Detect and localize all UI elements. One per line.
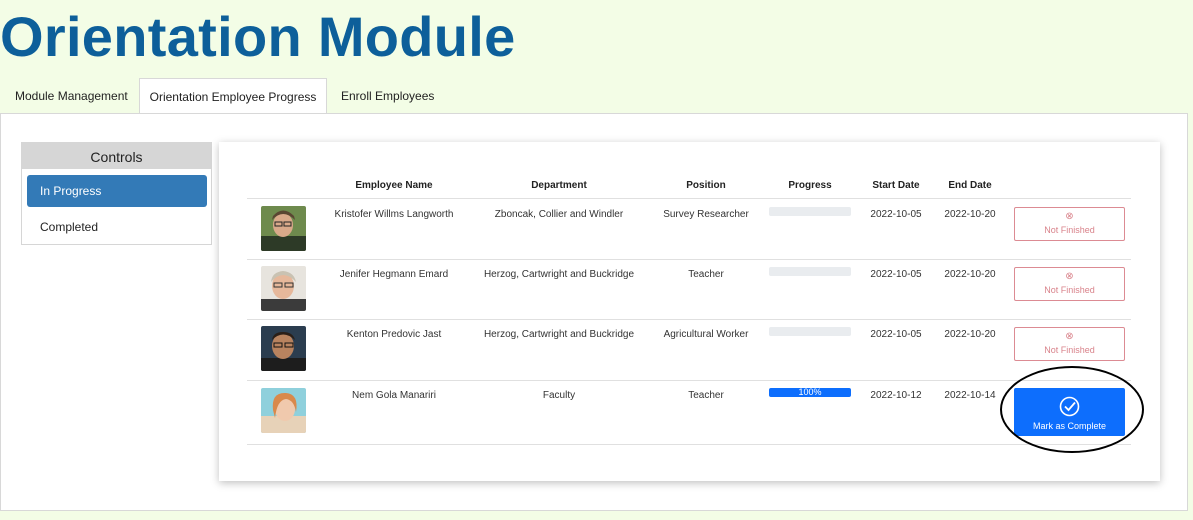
employee-position: Agricultural Worker [663,329,749,340]
employee-name: Nem Gola Manariri [352,390,436,401]
progress-bar [769,327,851,336]
row-divider [247,319,1131,320]
employee-position: Survey Researcher [663,209,749,220]
end-date: 2022-10-20 [944,269,996,280]
employee-position: Teacher [688,390,724,401]
row-divider [247,259,1131,260]
table-divider [247,198,1131,199]
col-employee-name: Employee Name [355,180,433,191]
start-date: 2022-10-05 [870,209,922,220]
employee-department: Herzog, Cartwright and Buckridge [483,329,635,340]
start-date: 2022-10-05 [870,329,922,340]
employee-name: Jenifer Hegmann Emard [339,269,449,280]
progress-bar [769,207,851,216]
avatar [261,266,306,311]
avatar [261,326,306,371]
button-label: Not Finished [1044,285,1095,295]
controls-panel: Controls In Progress Completed [21,142,212,245]
end-date: 2022-10-20 [944,209,996,220]
button-label: Not Finished [1044,225,1095,235]
employee-department: Zboncak, Collier and Windler [494,209,624,220]
col-progress: Progress [788,180,832,191]
x-circle-icon: ⊗ [1065,211,1074,222]
employee-department: Herzog, Cartwright and Buckridge [483,269,635,280]
progress-bar: 100% [769,388,851,397]
avatar [261,388,306,433]
not-finished-button[interactable]: ⊗ Not Finished [1014,327,1125,361]
col-end-date: End Date [948,180,992,191]
progress-bar [769,267,851,276]
filter-completed[interactable]: Completed [27,211,207,243]
tab-enroll-employees[interactable]: Enroll Employees [327,78,448,114]
tab-bar: Module Management Orientation Employee P… [0,78,1193,114]
x-circle-icon: ⊗ [1065,331,1074,342]
end-date: 2022-10-14 [944,390,996,401]
col-start-date: Start Date [872,180,920,191]
start-date: 2022-10-12 [870,390,922,401]
button-label: Not Finished [1044,345,1095,355]
employee-position: Teacher [688,269,724,280]
x-circle-icon: ⊗ [1065,271,1074,282]
not-finished-button[interactable]: ⊗ Not Finished [1014,267,1125,301]
not-finished-button[interactable]: ⊗ Not Finished [1014,207,1125,241]
employee-name: Kenton Predovic Jast [346,329,442,340]
row-divider [247,444,1131,445]
tab-orientation-employee-progress[interactable]: Orientation Employee Progress [139,78,327,114]
page-title: Orientation Module [0,5,516,68]
col-position: Position [686,180,726,191]
avatar [261,206,306,251]
col-department: Department [531,180,587,191]
start-date: 2022-10-05 [870,269,922,280]
employee-name: Kristofer Willms Langworth [334,209,454,220]
controls-header: Controls [22,143,211,169]
highlight-annotation [1000,366,1144,453]
filter-in-progress[interactable]: In Progress [27,175,207,207]
employee-department: Faculty [542,390,576,401]
end-date: 2022-10-20 [944,329,996,340]
tab-module-management[interactable]: Module Management [1,78,142,114]
row-divider [247,380,1131,381]
